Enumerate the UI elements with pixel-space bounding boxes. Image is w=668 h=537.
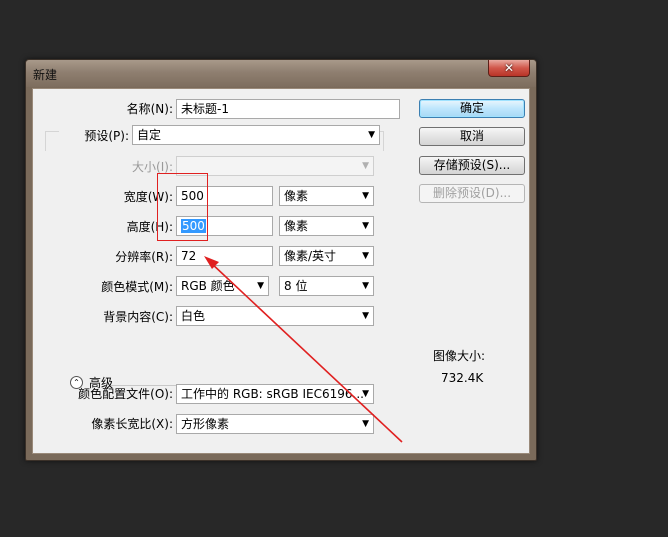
preset-label: 预设(P):: [84, 129, 129, 143]
cancel-button[interactable]: 取消: [419, 127, 525, 146]
resolution-input[interactable]: 72: [176, 246, 273, 266]
preset-value: 自定: [137, 128, 162, 142]
dialog-content: 名称(N): 未标题-1 预设(P): 自定 ▼ 大小(I): ▼ 宽度(W):…: [32, 88, 530, 454]
resolution-unit-select[interactable]: 像素/英寸 ▼: [279, 246, 374, 266]
background-value: 白色: [181, 309, 206, 323]
preset-group-border-right: [383, 131, 384, 151]
resolution-value: 72: [181, 249, 197, 263]
color-mode-select[interactable]: RGB 颜色 ▼: [176, 276, 269, 296]
chevron-down-icon: ▼: [362, 191, 369, 201]
background-label: 背景内容(C):: [103, 310, 173, 324]
chevron-down-icon: ▼: [362, 281, 369, 291]
title-bar[interactable]: 新建 ✕: [26, 60, 536, 87]
bit-depth-value: 8 位: [284, 279, 308, 293]
background-select[interactable]: 白色 ▼: [176, 306, 374, 326]
image-size-value: 732.4K: [441, 371, 484, 385]
dialog-title: 新建: [33, 68, 58, 82]
width-label: 宽度(W):: [123, 190, 173, 204]
chevron-down-icon: ▼: [257, 281, 264, 291]
color-mode-label: 颜色模式(M):: [101, 280, 173, 294]
color-profile-label: 颜色配置文件(O):: [78, 387, 173, 401]
chevron-down-icon: ▼: [362, 221, 369, 231]
new-document-dialog: 新建 ✕ 名称(N): 未标题-1 预设(P): 自定 ▼ 大小(I): ▼ 宽…: [25, 59, 537, 461]
chevron-down-icon: ▼: [362, 389, 369, 399]
color-mode-value: RGB 颜色: [181, 279, 235, 293]
height-unit-select[interactable]: 像素 ▼: [279, 216, 374, 236]
name-input[interactable]: 未标题-1: [176, 99, 400, 119]
name-value: 未标题-1: [181, 102, 229, 116]
chevron-down-icon: ▼: [362, 311, 369, 321]
size-label: 大小(I):: [132, 160, 173, 174]
height-unit-value: 像素: [284, 219, 309, 233]
image-size-label: 图像大小:: [433, 349, 486, 363]
annotation-highlight-box: [157, 173, 208, 241]
chevron-down-icon: ▼: [362, 251, 369, 261]
pixel-aspect-value: 方形像素: [181, 417, 230, 431]
pixel-aspect-select[interactable]: 方形像素 ▼: [176, 414, 374, 434]
resolution-label: 分辨率(R):: [115, 250, 173, 264]
save-preset-button[interactable]: 存储预设(S)...: [419, 156, 525, 175]
color-profile-select[interactable]: 工作中的 RGB: sRGB IEC6196... ▼: [176, 384, 374, 404]
chevron-down-icon: ▼: [362, 161, 369, 171]
chevron-down-icon: ▼: [368, 130, 375, 140]
resolution-unit-value: 像素/英寸: [284, 249, 337, 263]
height-label: 高度(H):: [126, 220, 173, 234]
close-icon: ✕: [503, 61, 515, 75]
chevron-down-icon: ▼: [362, 419, 369, 429]
name-label: 名称(N):: [126, 102, 173, 116]
ok-button[interactable]: 确定: [419, 99, 525, 118]
width-unit-select[interactable]: 像素 ▼: [279, 186, 374, 206]
pixel-aspect-label: 像素长宽比(X):: [91, 417, 173, 431]
preset-select[interactable]: 自定 ▼: [132, 125, 380, 145]
delete-preset-button[interactable]: 删除预设(D)...: [419, 184, 525, 203]
color-profile-value: 工作中的 RGB: sRGB IEC6196...: [181, 387, 364, 401]
bit-depth-select[interactable]: 8 位 ▼: [279, 276, 374, 296]
width-unit-value: 像素: [284, 189, 309, 203]
close-button[interactable]: ✕: [488, 60, 530, 77]
